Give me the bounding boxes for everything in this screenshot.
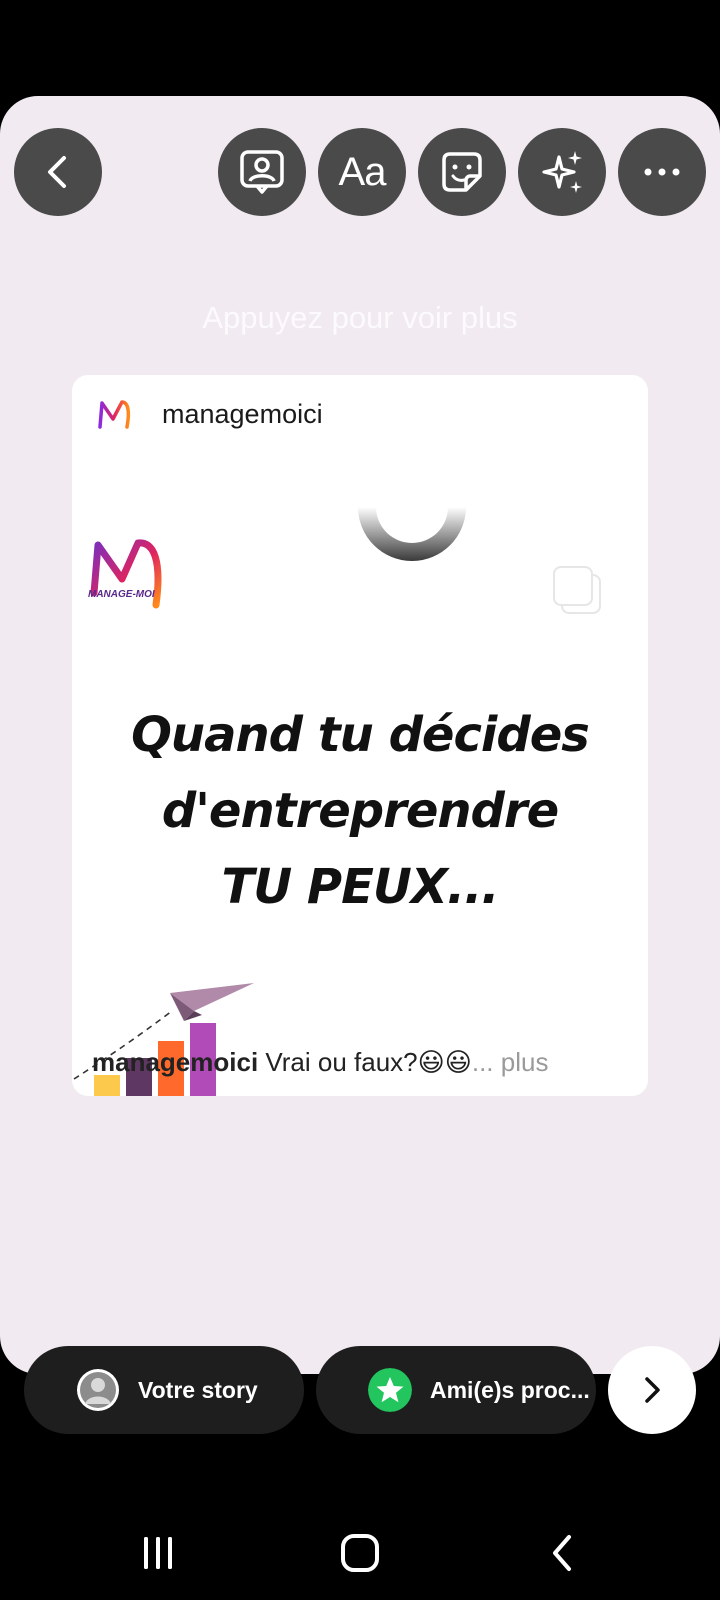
caption-text: Vrai ou faux?😃😃 <box>258 1047 472 1077</box>
home-icon <box>341 1534 379 1572</box>
tap-for-more-hint[interactable]: Appuyez pour voir plus <box>0 300 720 336</box>
sparkles-icon <box>542 151 582 193</box>
sticker-icon <box>442 152 482 192</box>
more-options-button[interactable] <box>618 128 706 216</box>
logo-text: MANAGE-MOI <box>88 589 155 600</box>
post-username[interactable]: managemoici <box>162 399 323 430</box>
chevron-left-icon <box>48 156 66 188</box>
your-story-avatar <box>77 1369 119 1411</box>
next-button[interactable] <box>608 1346 696 1434</box>
system-back-button[interactable] <box>532 1530 592 1576</box>
effects-button[interactable] <box>518 128 606 216</box>
profile-tag-icon <box>240 150 284 194</box>
sticker-button[interactable] <box>418 128 506 216</box>
manage-moi-logo: MANAGE-MOI <box>88 539 162 609</box>
mention-tag-button[interactable] <box>218 128 306 216</box>
caption-more-link[interactable]: ... plus <box>472 1047 549 1077</box>
text-tool-label: Aa <box>338 149 387 194</box>
post-headline: Quand tu décides d'entreprendre TU PEUX.… <box>72 697 648 925</box>
carousel-multiple-icon <box>553 566 601 614</box>
headline-line-2: d'entreprendre <box>161 783 559 839</box>
close-friends-label: Ami(e)s proc... <box>430 1376 590 1403</box>
recent-apps-icon <box>144 1537 172 1569</box>
profile-avatar[interactable] <box>96 397 132 433</box>
share-close-friends-button[interactable]: Ami(e)s proc... <box>316 1346 596 1434</box>
headline-line-3: TU PEUX... <box>221 859 499 915</box>
shared-post-card[interactable]: managemoici MANAGE-MOI Quand tu décides … <box>72 375 648 1096</box>
back-button[interactable] <box>14 128 102 216</box>
headline-line-1: Quand tu décides <box>131 707 590 763</box>
loading-spinner-icon <box>358 507 466 561</box>
back-arrow-icon <box>553 1535 571 1571</box>
share-your-story-button[interactable]: Votre story <box>24 1346 304 1434</box>
caption-username[interactable]: managemoici <box>92 1047 258 1077</box>
home-button[interactable] <box>330 1530 390 1576</box>
text-tool-button[interactable]: Aa <box>318 128 406 216</box>
bar-1 <box>94 1075 120 1096</box>
post-caption[interactable]: managemoici Vrai ou faux?😃😃... plus <box>92 1047 548 1078</box>
post-image[interactable]: MANAGE-MOI Quand tu décides d'entreprend… <box>72 447 648 1096</box>
post-header[interactable]: managemoici <box>72 375 648 447</box>
close-friends-star-icon <box>368 1368 412 1412</box>
more-dots-icon <box>644 168 680 176</box>
chevron-right-icon <box>645 1377 660 1403</box>
your-story-label: Votre story <box>138 1376 258 1403</box>
recent-apps-button[interactable] <box>128 1530 188 1576</box>
